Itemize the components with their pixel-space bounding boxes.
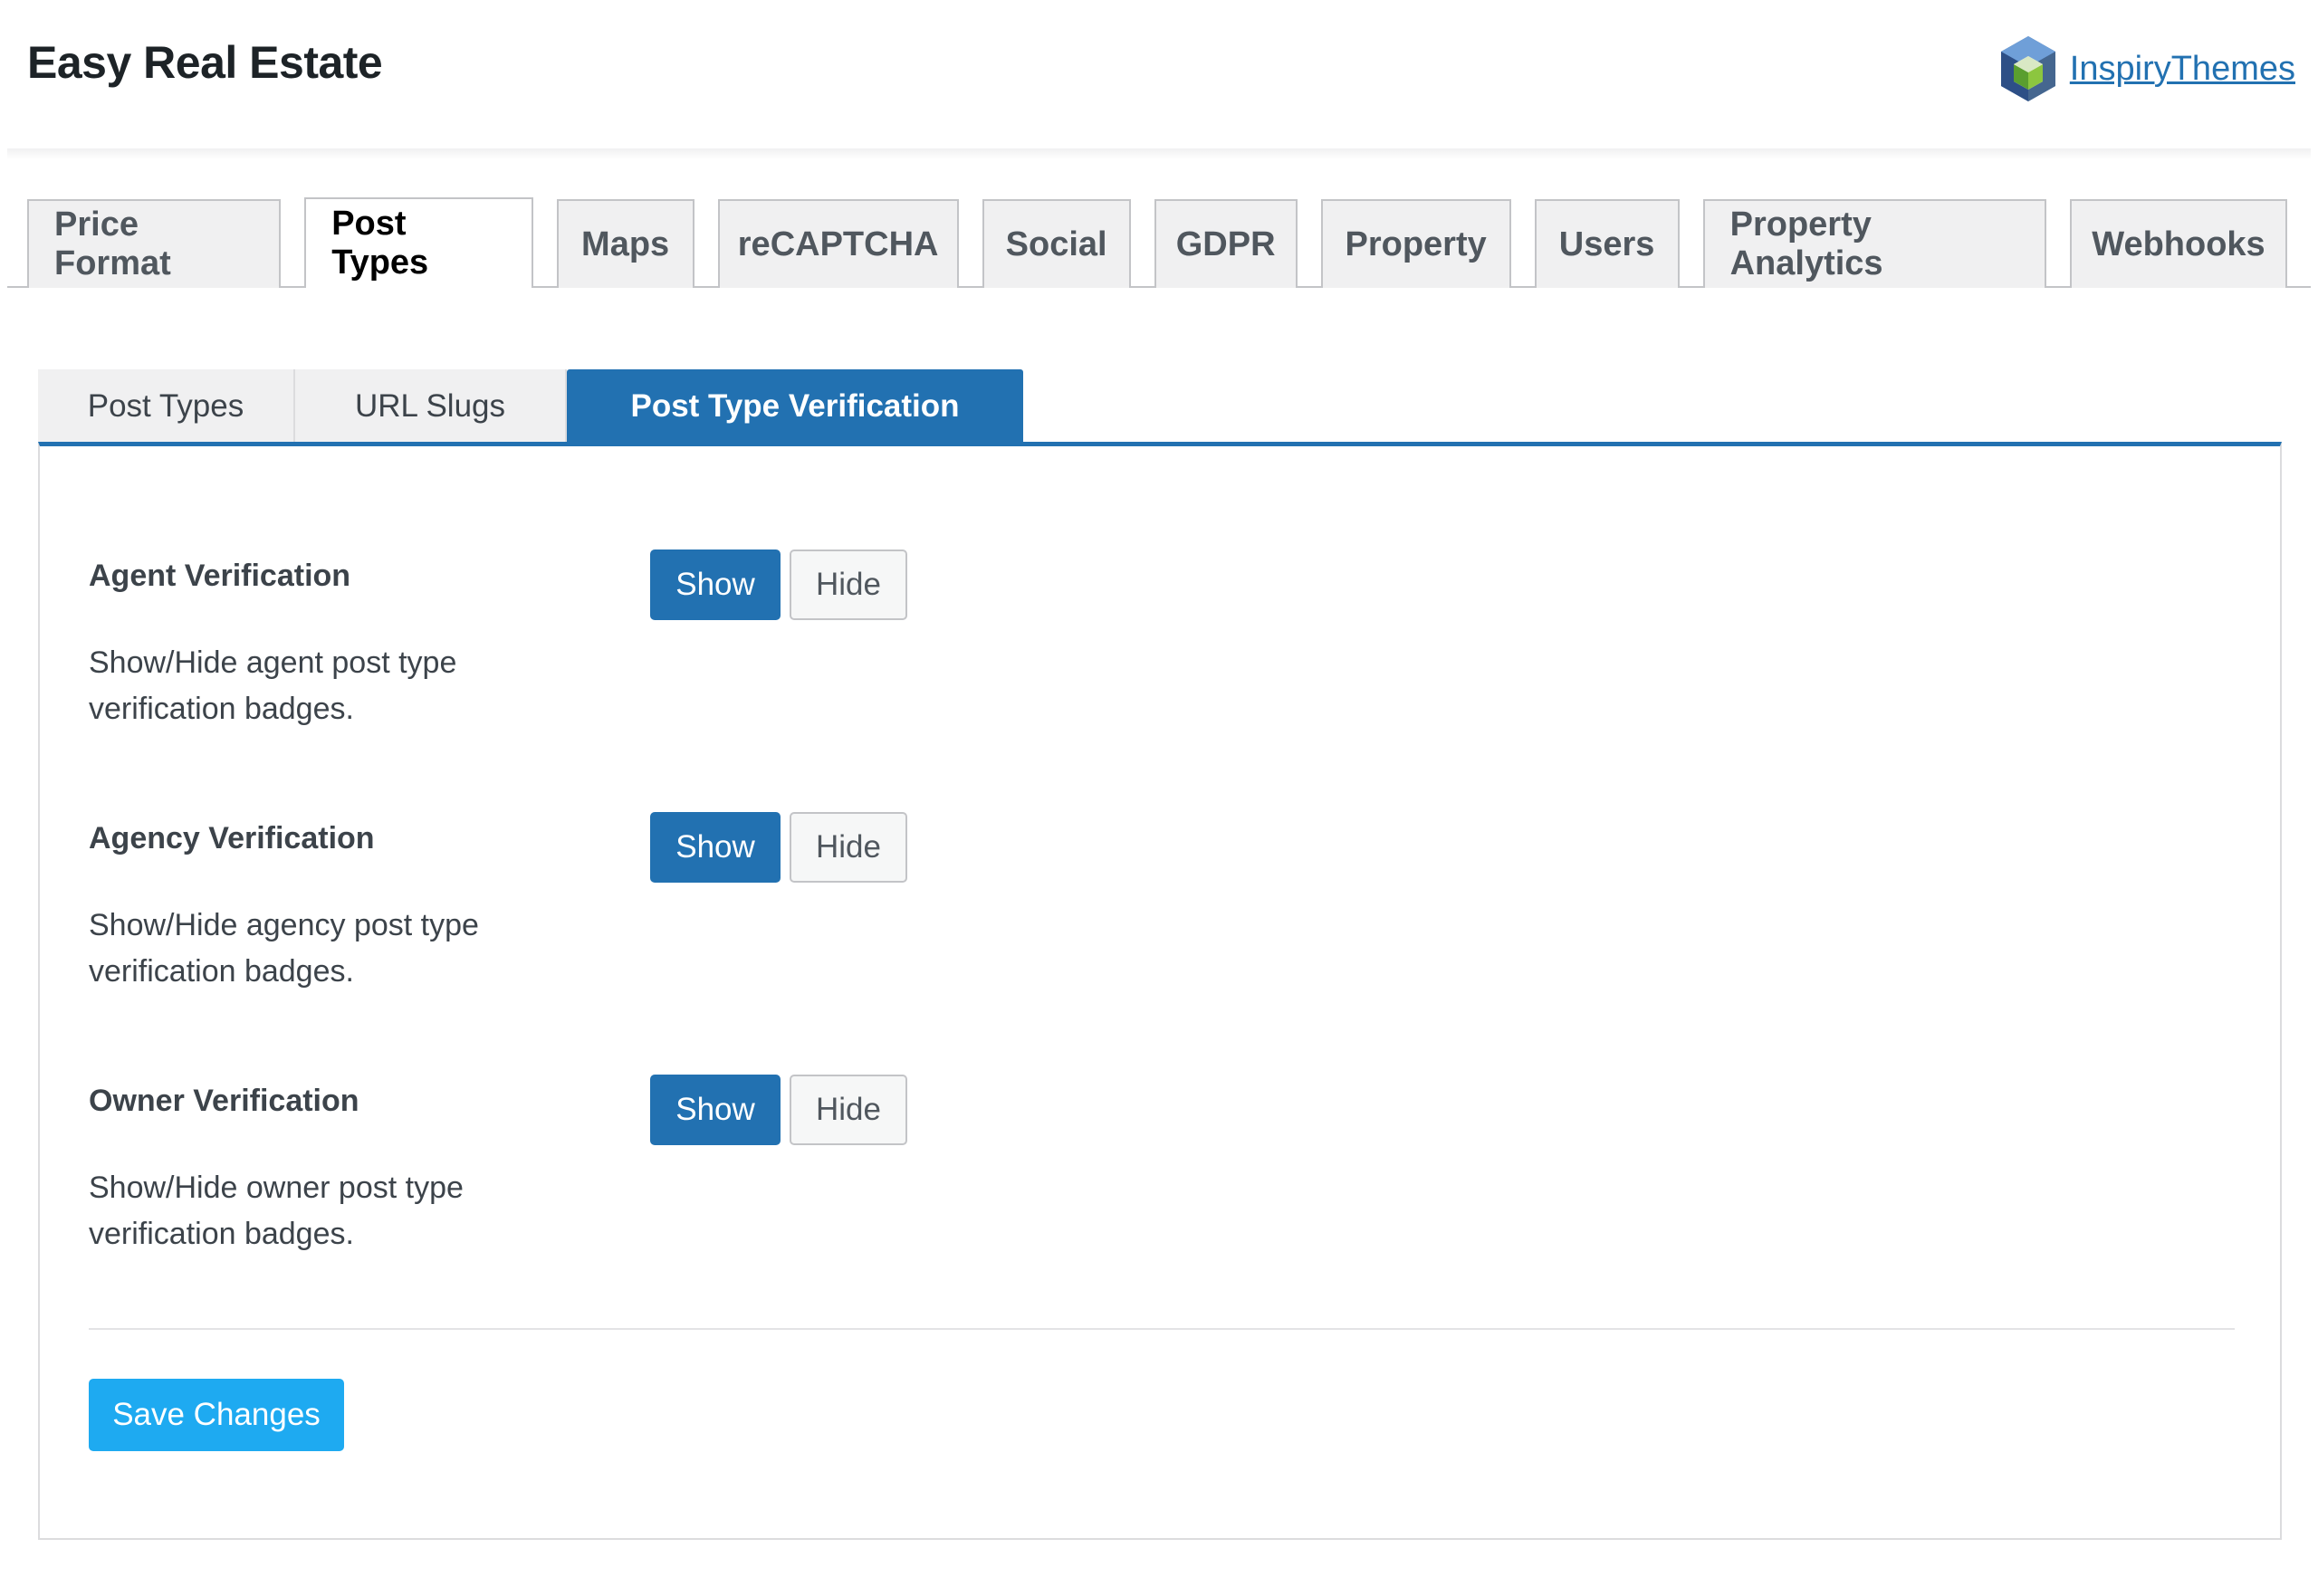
inspirythemes-hexagon-icon bbox=[2000, 36, 2055, 101]
show-hide-toggle: Show Hide bbox=[650, 1075, 907, 1145]
subtab-post-types[interactable]: Post Types bbox=[38, 369, 295, 444]
hide-button[interactable]: Hide bbox=[790, 812, 907, 883]
hide-button[interactable]: Hide bbox=[790, 1075, 907, 1145]
header-divider bbox=[7, 148, 2311, 159]
setting-description: Show/Hide agent post type verification b… bbox=[89, 645, 457, 726]
tab-post-types[interactable]: Post Types bbox=[304, 197, 533, 288]
main-tab-bar: Price Format Post Types Maps reCAPTCHA S… bbox=[7, 197, 2311, 288]
tab-price-format[interactable]: Price Format bbox=[27, 199, 282, 288]
hide-button[interactable]: Hide bbox=[790, 550, 907, 620]
tab-property-analytics[interactable]: Property Analytics bbox=[1702, 199, 2046, 288]
setting-label: Owner Verification bbox=[89, 1084, 359, 1118]
inspirythemes-link[interactable]: InspiryThemes bbox=[2070, 50, 2295, 89]
subtab-url-slugs[interactable]: URL Slugs bbox=[295, 369, 567, 444]
subtab-post-type-verification[interactable]: Post Type Verification bbox=[567, 369, 1023, 444]
setting-description: Show/Hide owner post type verification b… bbox=[89, 1171, 464, 1251]
sub-tab-bar: Post Types URL Slugs Post Type Verificat… bbox=[38, 369, 1023, 444]
show-button[interactable]: Show bbox=[650, 812, 781, 883]
tab-maps[interactable]: Maps bbox=[556, 199, 694, 288]
tab-users[interactable]: Users bbox=[1534, 199, 1680, 288]
setting-description: Show/Hide agency post type verification … bbox=[89, 908, 479, 989]
page-title: Easy Real Estate bbox=[27, 37, 383, 88]
show-hide-toggle: Show Hide bbox=[650, 550, 907, 620]
app-header: Easy Real Estate InspiryThemes bbox=[0, 0, 2318, 150]
setting-label: Agent Verification bbox=[89, 559, 351, 593]
show-button[interactable]: Show bbox=[650, 1075, 781, 1145]
settings-panel: Agent Verification Show/Hide agent post … bbox=[38, 442, 2282, 1540]
save-changes-button[interactable]: Save Changes bbox=[89, 1379, 344, 1451]
show-hide-toggle: Show Hide bbox=[650, 812, 907, 883]
tab-social[interactable]: Social bbox=[982, 199, 1131, 288]
tab-webhooks[interactable]: Webhooks bbox=[2069, 199, 2287, 288]
setting-label: Agency Verification bbox=[89, 821, 375, 855]
tab-gdpr[interactable]: GDPR bbox=[1154, 199, 1298, 288]
tab-property[interactable]: Property bbox=[1320, 199, 1511, 288]
section-divider bbox=[89, 1328, 2235, 1330]
show-button[interactable]: Show bbox=[650, 550, 781, 620]
tab-recaptcha[interactable]: reCAPTCHA bbox=[717, 199, 959, 288]
brand: InspiryThemes bbox=[1997, 34, 2295, 103]
